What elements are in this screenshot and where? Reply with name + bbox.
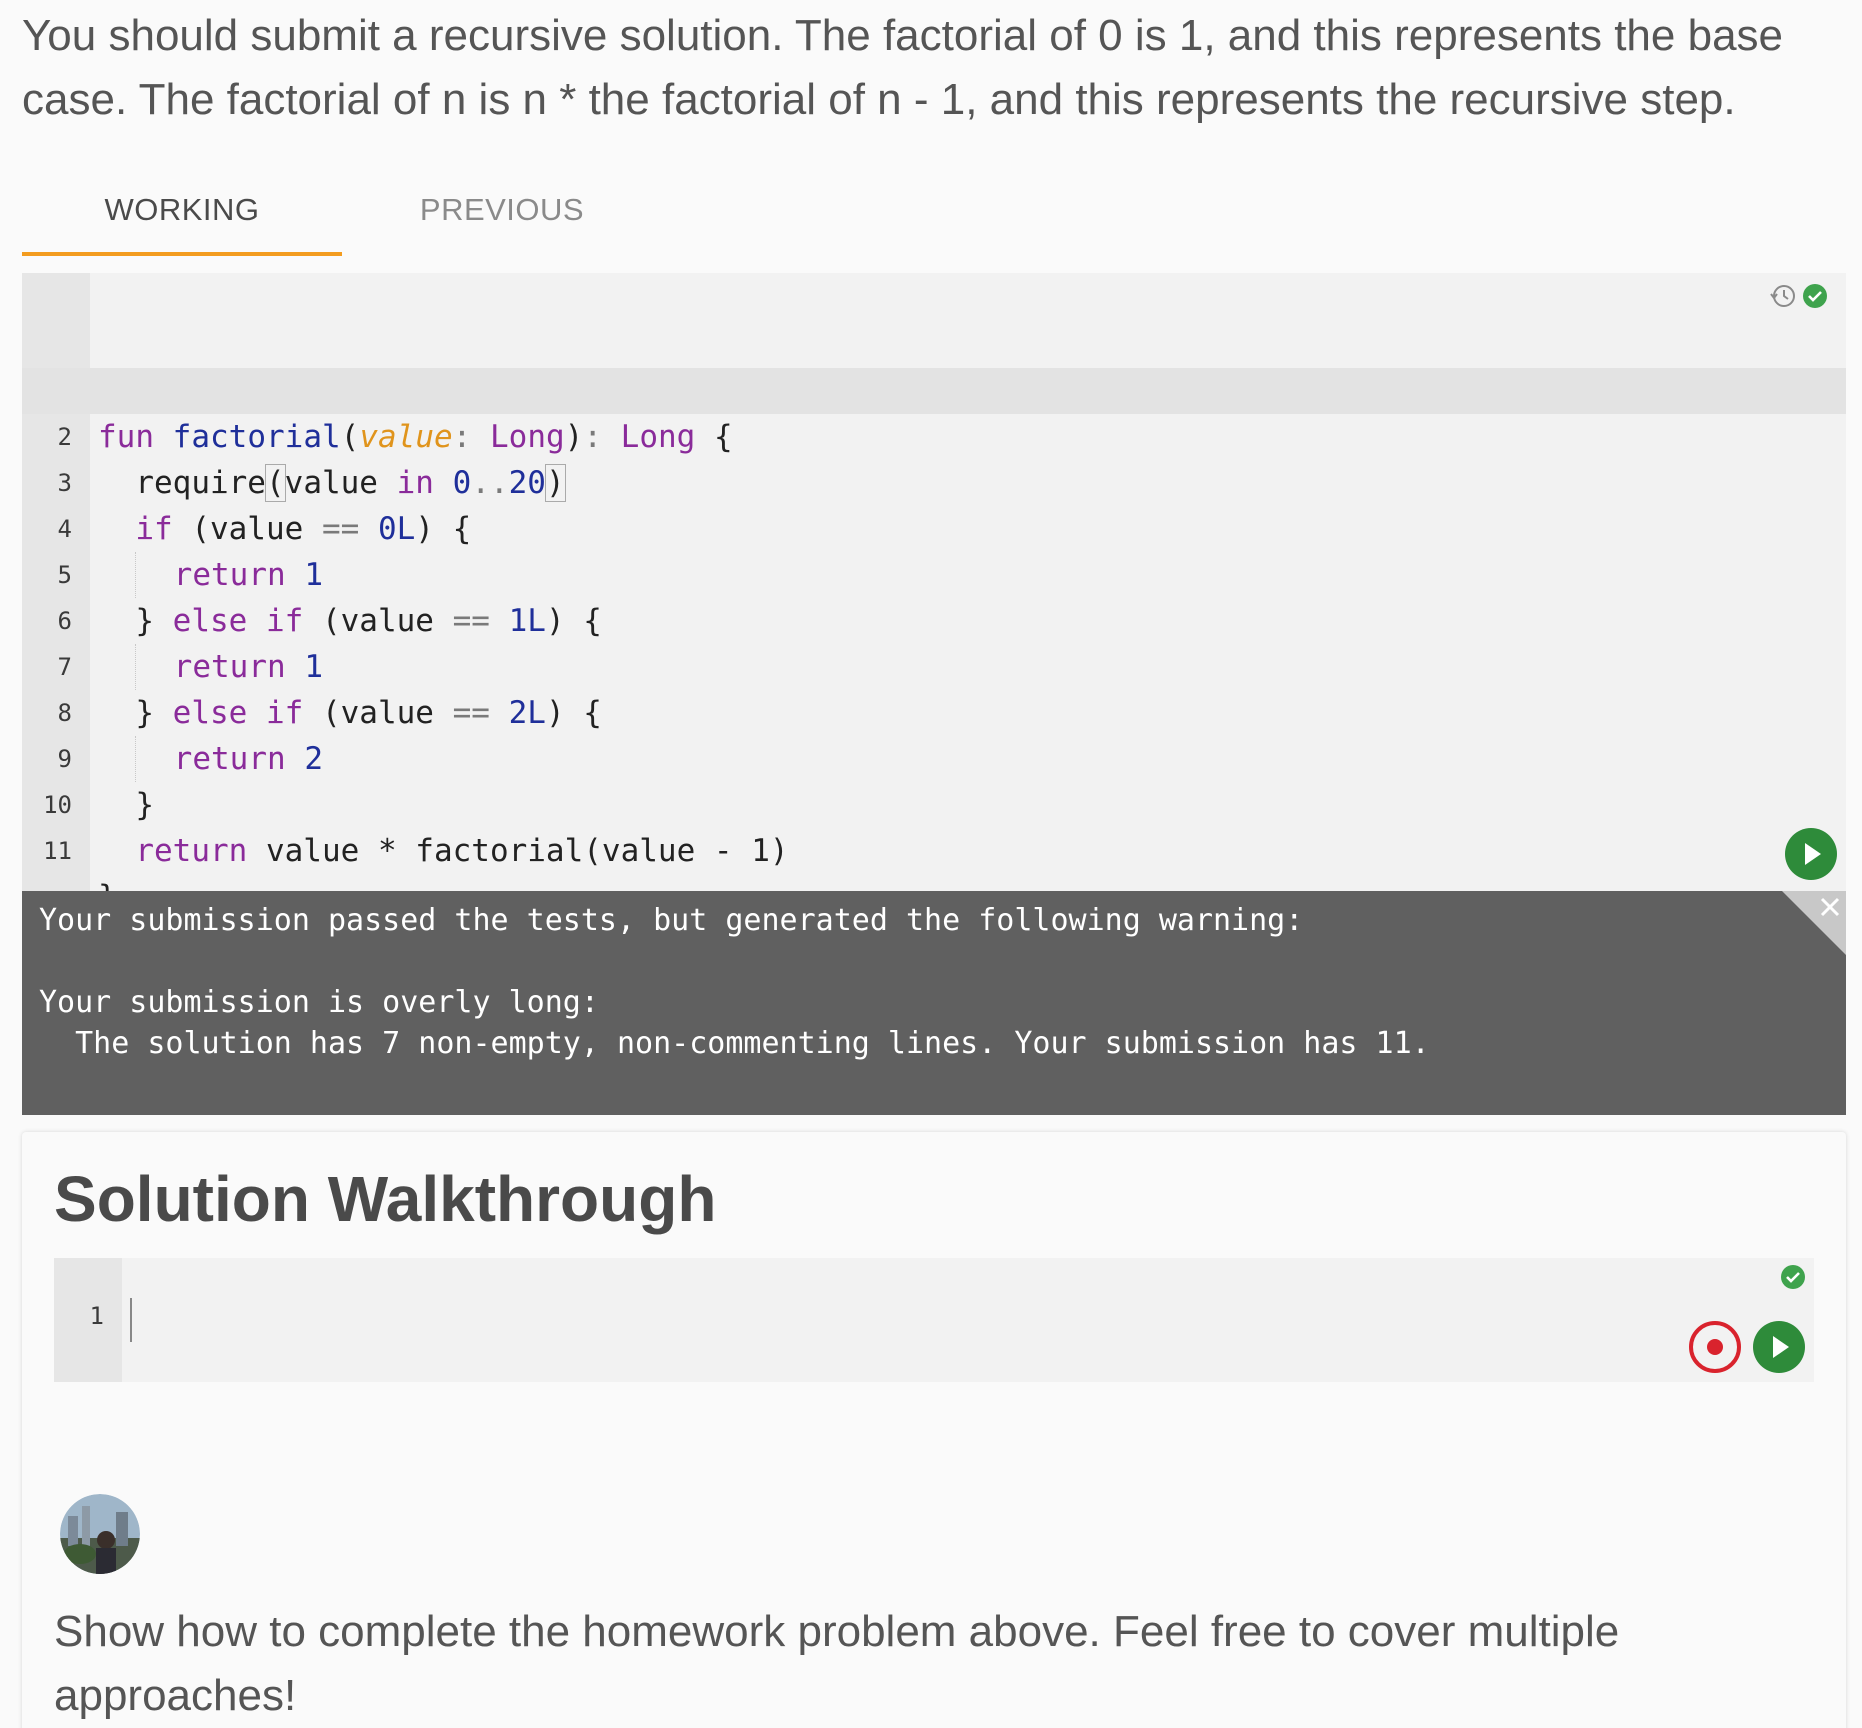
walkthrough-editor[interactable]: 1 <box>54 1258 1814 1382</box>
code-line[interactable]: 1 fun factorial(value: Long): Long { <box>22 322 1846 455</box>
code-line[interactable]: 8 return 2 <box>22 644 1846 782</box>
tab-previous[interactable]: PREVIOUS <box>342 176 662 256</box>
problem-description: You should submit a recursive solution. … <box>22 11 1784 124</box>
check-icon <box>1781 1265 1805 1289</box>
code-editor[interactable]: 1 fun factorial(value: Long): Long { 2 r… <box>22 273 1846 915</box>
code-line[interactable]: 10 return value * factorial(value - 1) <box>22 736 1846 869</box>
text-cursor <box>130 1298 132 1342</box>
code-lines[interactable]: 1 fun factorial(value: Long): Long { 2 r… <box>22 322 1846 915</box>
history-icon[interactable] <box>1768 281 1798 311</box>
close-icon[interactable] <box>1782 891 1846 955</box>
code-text: return value * factorial(value - 1) <box>135 833 789 869</box>
code-line[interactable]: 11 } <box>22 782 1846 915</box>
tab-working[interactable]: WORKING <box>22 176 342 256</box>
solution-walkthrough-card: Solution Walkthrough 1 Show how to compl… <box>22 1132 1846 1728</box>
walkthrough-prompt: Show how to complete the homework proble… <box>54 1607 1620 1720</box>
output-line: Your submission is overly long: <box>39 985 599 1020</box>
output-line: The solution has 7 non-empty, non-commen… <box>39 1026 1430 1061</box>
check-icon <box>1803 284 1827 308</box>
tab-bar: WORKING PREVIOUS <box>22 176 1842 256</box>
code-line[interactable]: 5 } else if (value == 1L) { <box>22 506 1846 639</box>
avatar[interactable] <box>60 1494 140 1574</box>
walkthrough-title: Solution Walkthrough <box>54 1163 717 1235</box>
code-line[interactable]: 7 } else if (value == 2L) { <box>22 598 1846 731</box>
run-button[interactable] <box>1784 827 1838 881</box>
line-number: 1 <box>89 1302 104 1330</box>
code-line[interactable]: 4 return 1 <box>22 460 1846 598</box>
code-line-active[interactable]: 2 require(value in 0..20) <box>22 368 1846 502</box>
code-line[interactable]: 9 } <box>22 690 1846 823</box>
code-line[interactable]: 3 if (value == 0L) { <box>22 414 1846 547</box>
output-line: Your submission passed the tests, but ge… <box>39 903 1304 938</box>
record-button[interactable] <box>1688 1320 1742 1374</box>
line-number: 11 <box>43 837 72 865</box>
code-line[interactable]: 6 return 1 <box>22 552 1846 690</box>
output-panel: Your submission passed the tests, but ge… <box>22 891 1846 1115</box>
editor-status-icons <box>1768 281 1838 311</box>
play-button[interactable] <box>1752 1320 1806 1374</box>
